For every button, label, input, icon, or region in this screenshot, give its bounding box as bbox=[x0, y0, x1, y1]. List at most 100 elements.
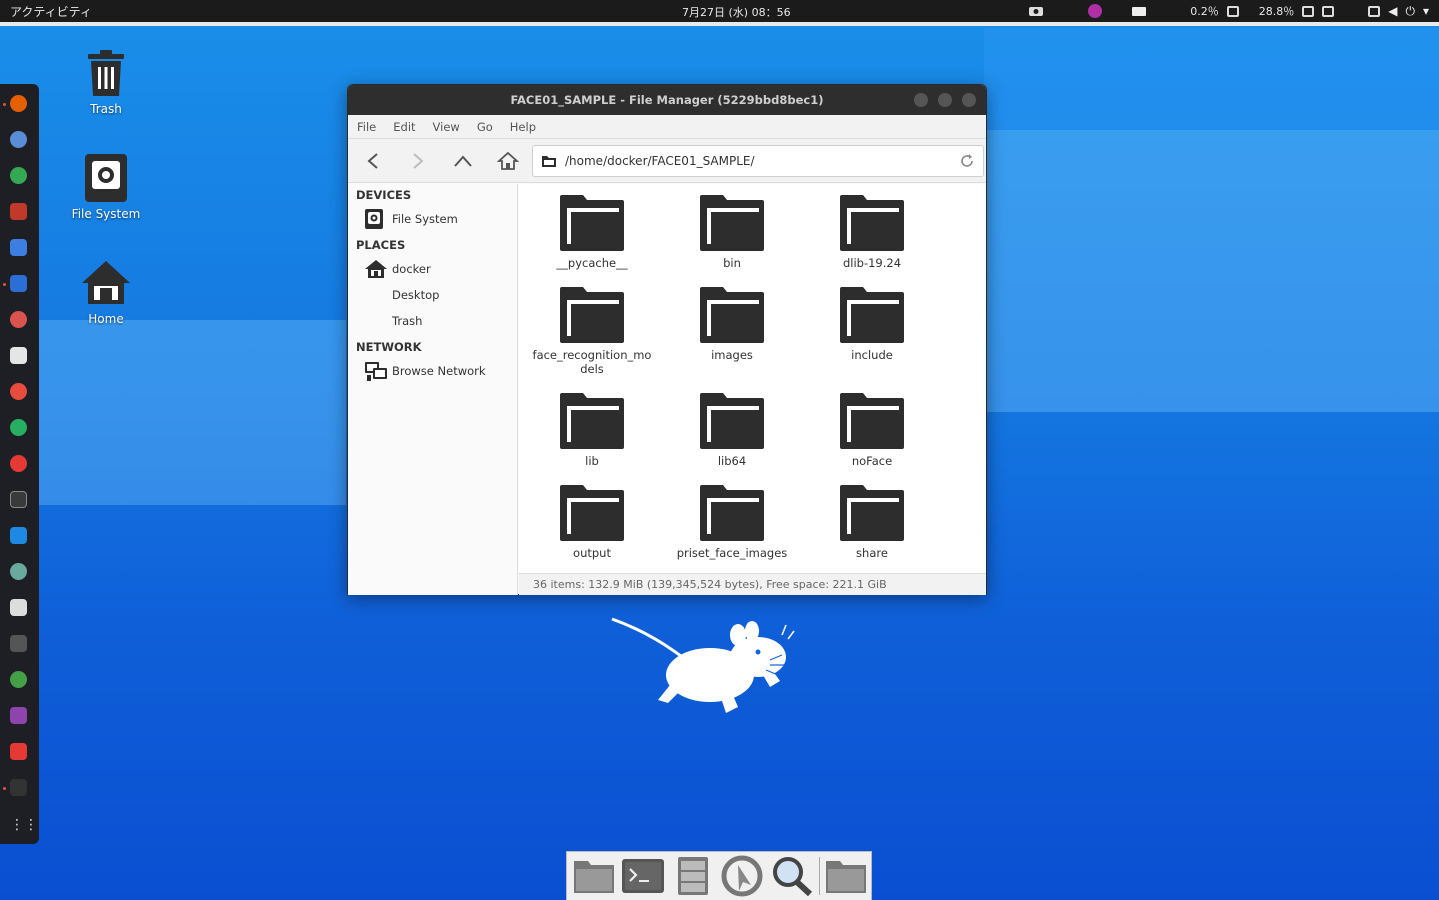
folder-item[interactable]: lib bbox=[522, 392, 662, 468]
terminal-launcher[interactable] bbox=[619, 853, 669, 899]
home-icon bbox=[497, 151, 519, 170]
app-blue-icon[interactable] bbox=[10, 239, 27, 256]
desktop-icon-file-system[interactable]: File System bbox=[61, 153, 151, 221]
screenshot-icon[interactable] bbox=[10, 599, 27, 616]
sidebar: DEVICES File System PLACES docker Deskto… bbox=[348, 184, 518, 595]
file-cabinet-launcher[interactable] bbox=[668, 853, 718, 899]
close-icon[interactable] bbox=[10, 455, 27, 472]
folder-name: priset_face_images bbox=[676, 546, 788, 560]
memory-icon[interactable] bbox=[1302, 5, 1315, 17]
search-launcher[interactable] bbox=[767, 853, 817, 899]
stop-icon[interactable] bbox=[10, 383, 27, 400]
folder-item[interactable]: share bbox=[802, 484, 942, 560]
folder-launcher[interactable] bbox=[821, 853, 871, 899]
menu-go[interactable]: Go bbox=[468, 115, 501, 134]
clock[interactable]: 7月27日 (水) 08：56 bbox=[682, 4, 791, 20]
up-button[interactable] bbox=[448, 147, 478, 175]
menu-edit[interactable]: Edit bbox=[384, 115, 423, 134]
app-globe-icon[interactable] bbox=[10, 563, 27, 580]
check-icon[interactable] bbox=[10, 419, 27, 436]
running-indicator bbox=[3, 103, 6, 106]
app-purple-icon[interactable] bbox=[10, 707, 27, 724]
web-browser-launcher[interactable] bbox=[718, 853, 768, 899]
folder-icon bbox=[560, 393, 624, 449]
disk-icon[interactable] bbox=[1322, 5, 1335, 17]
sidebar-section-devices: DEVICES bbox=[356, 188, 412, 202]
folder-icon[interactable] bbox=[10, 779, 27, 796]
desktop-icon-home[interactable]: Home bbox=[61, 258, 151, 326]
eye-icon[interactable] bbox=[1028, 4, 1044, 18]
app-grid-icon[interactable]: ⋮⋮ bbox=[10, 817, 38, 834]
display-icon[interactable] bbox=[1132, 6, 1147, 16]
folder-name: __pycache__ bbox=[556, 256, 628, 270]
minimize-button[interactable] bbox=[914, 93, 928, 107]
folder-item[interactable]: face_recognition_models bbox=[522, 286, 662, 376]
app-red-icon[interactable] bbox=[10, 203, 27, 220]
folder-item[interactable]: output bbox=[522, 484, 662, 560]
folder-icon bbox=[700, 485, 764, 541]
back-button[interactable] bbox=[358, 147, 388, 175]
activities-button[interactable]: アクティビティ bbox=[10, 3, 92, 20]
firefox-icon[interactable] bbox=[10, 95, 27, 112]
cpu-icon[interactable] bbox=[1226, 5, 1239, 17]
desktop-icon-label: Trash bbox=[90, 102, 122, 116]
desktop-icon-label: Home bbox=[88, 312, 124, 326]
network-icon bbox=[365, 362, 387, 381]
file-manager-launcher[interactable] bbox=[569, 853, 619, 899]
folder-item[interactable]: images bbox=[662, 286, 802, 362]
folder-item[interactable]: lib64 bbox=[662, 392, 802, 468]
folder-item[interactable]: dlib-19.24 bbox=[802, 194, 942, 270]
folder-icon bbox=[700, 393, 764, 449]
sidebar-item-browse-network[interactable]: Browse Network bbox=[364, 360, 486, 382]
memory-usage[interactable]: 28.8％ bbox=[1259, 3, 1295, 19]
thunderbird-icon[interactable] bbox=[10, 131, 27, 148]
folder-icon bbox=[560, 287, 624, 343]
vscode-icon[interactable] bbox=[10, 527, 27, 544]
bg-band bbox=[987, 130, 1439, 412]
app-record-icon[interactable] bbox=[10, 311, 27, 328]
screen-icon[interactable] bbox=[1368, 5, 1381, 17]
folder-item[interactable]: include bbox=[802, 286, 942, 362]
running-indicator bbox=[3, 283, 6, 286]
sidebar-item-file-system[interactable]: File System bbox=[364, 208, 458, 230]
chevron-right-icon bbox=[413, 153, 424, 169]
location-bar[interactable]: /home/docker/FACE01_SAMPLE/ bbox=[532, 145, 984, 177]
text-editor-icon[interactable] bbox=[10, 347, 27, 364]
folder-name: images bbox=[711, 348, 753, 362]
folder-item[interactable]: noFace bbox=[802, 392, 942, 468]
folder-item[interactable]: __pycache__ bbox=[522, 194, 662, 270]
menu-view[interactable]: View bbox=[424, 115, 468, 134]
folder-name: lib64 bbox=[717, 454, 747, 468]
folder-item[interactable]: priset_face_images bbox=[662, 484, 802, 560]
power-icon[interactable]: ⏻ bbox=[1405, 4, 1415, 19]
home-button[interactable] bbox=[493, 147, 523, 175]
forward-button[interactable] bbox=[403, 147, 433, 175]
app-green-icon[interactable] bbox=[10, 671, 27, 688]
folder-name: output bbox=[573, 546, 611, 560]
status-bar: 36 items: 132.9 MiB (139,345,524 bytes),… bbox=[519, 573, 986, 595]
menu-file[interactable]: File bbox=[348, 115, 384, 134]
terminal-icon bbox=[622, 859, 665, 893]
close-button[interactable] bbox=[962, 93, 976, 107]
chevron-down-icon[interactable]: ▾ bbox=[1423, 4, 1429, 18]
volume-icon[interactable]: ◀ bbox=[1388, 4, 1397, 18]
window-titlebar[interactable]: FACE01_SAMPLE - File Manager (5229bbd8be… bbox=[348, 85, 986, 115]
app-gray-icon[interactable] bbox=[10, 635, 27, 652]
sidebar-item-docker[interactable]: docker bbox=[364, 258, 431, 280]
reload-icon[interactable] bbox=[959, 153, 975, 169]
document-icon[interactable] bbox=[10, 275, 27, 292]
cpu-usage[interactable]: 0.2％ bbox=[1190, 3, 1219, 19]
app-indicator-icon[interactable] bbox=[1088, 4, 1103, 18]
app-presentation-icon[interactable] bbox=[10, 743, 27, 760]
menu-help[interactable]: Help bbox=[501, 115, 544, 134]
maximize-button[interactable] bbox=[938, 93, 952, 107]
dock: ⋮⋮ bbox=[0, 84, 39, 844]
folder-name: lib bbox=[585, 454, 599, 468]
file-manager-window: FACE01_SAMPLE - File Manager (5229bbd8be… bbox=[347, 84, 987, 595]
folder-name: include bbox=[851, 348, 893, 362]
desktop-icon-trash[interactable]: Trash bbox=[61, 48, 151, 116]
terminal-icon[interactable] bbox=[10, 491, 27, 508]
window-title: FACE01_SAMPLE - File Manager (5229bbd8be… bbox=[510, 93, 824, 107]
folder-item[interactable]: bin bbox=[662, 194, 802, 270]
chrome-icon[interactable] bbox=[10, 167, 27, 184]
